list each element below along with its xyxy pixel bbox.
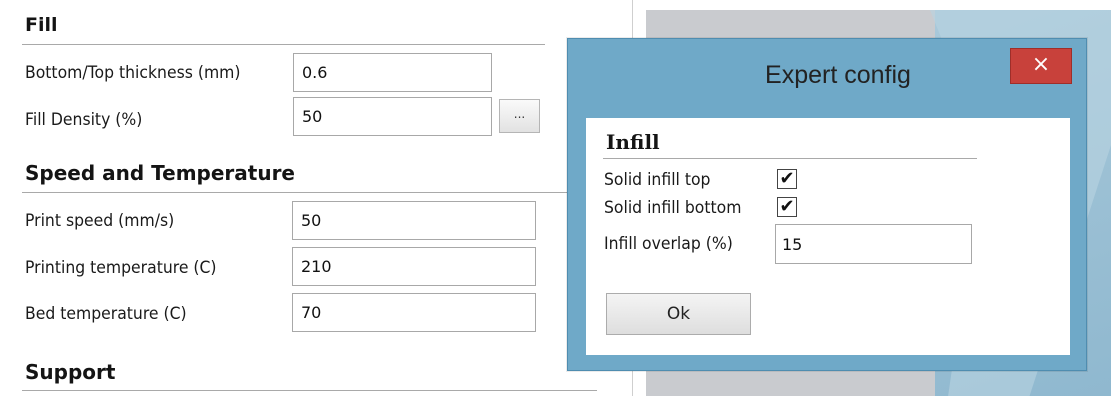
support-section-rule	[22, 390, 597, 391]
fill-density-more-button[interactable]: ...	[499, 99, 540, 133]
support-section-title: Support	[25, 360, 116, 384]
solid-infill-top-checkbox[interactable]: ✔	[777, 169, 797, 189]
solid-infill-top-label: Solid infill top	[604, 170, 711, 190]
infill-overlap-input[interactable]: 15	[775, 224, 972, 264]
speed-section-rule	[22, 192, 597, 193]
fill-section-title: Fill	[25, 14, 58, 36]
close-button[interactable]: ×	[1010, 48, 1072, 84]
printing-temperature-input[interactable]: 210	[292, 247, 536, 286]
print-speed-label: Print speed (mm/s)	[25, 211, 175, 231]
settings-panel: Fill Bottom/Top thickness (mm) 0.6 Fill …	[0, 0, 632, 396]
bed-temperature-input[interactable]: 70	[292, 293, 536, 332]
bottom-top-thickness-input[interactable]: 0.6	[293, 53, 492, 92]
check-mark-icon: ✔	[779, 196, 795, 217]
check-mark-icon: ✔	[779, 168, 795, 189]
fill-density-input[interactable]: 50	[293, 97, 492, 136]
bottom-top-thickness-label: Bottom/Top thickness (mm)	[25, 63, 241, 83]
infill-overlap-label: Infill overlap (%)	[604, 234, 733, 254]
fill-density-label: Fill Density (%)	[25, 110, 143, 130]
close-icon: ×	[1031, 52, 1051, 77]
speed-temperature-section-title: Speed and Temperature	[25, 161, 295, 185]
fill-section-rule	[22, 44, 545, 45]
solid-infill-bottom-checkbox[interactable]: ✔	[777, 197, 797, 217]
bed-temperature-label: Bed temperature (C)	[25, 304, 187, 324]
ok-button[interactable]: Ok	[606, 293, 751, 335]
solid-infill-bottom-label: Solid infill bottom	[604, 198, 742, 218]
expert-config-dialog: Expert config × Infill Solid infill top …	[567, 38, 1087, 371]
infill-section-title: Infill	[606, 130, 660, 154]
infill-section-rule	[603, 158, 977, 159]
print-speed-input[interactable]: 50	[292, 201, 536, 240]
printing-temperature-label: Printing temperature (C)	[25, 258, 217, 278]
dialog-body: Infill Solid infill top ✔ Solid infill b…	[586, 118, 1070, 355]
